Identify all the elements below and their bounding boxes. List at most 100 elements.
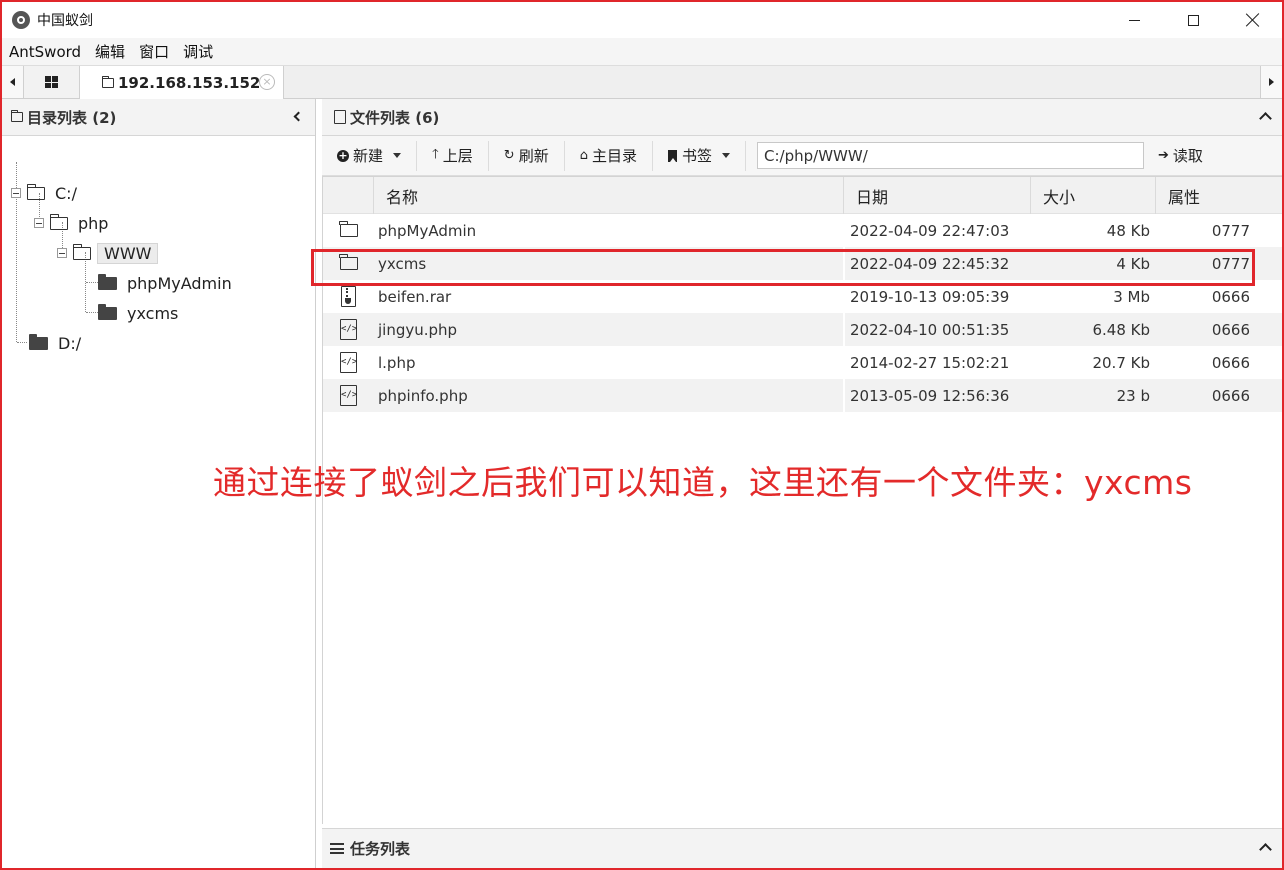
code-file-icon: </> [323,346,374,379]
menu-bar: AntSword 编辑 窗口 调试 [2,38,1282,66]
file-name: l.php [374,346,844,379]
table-row[interactable]: </> jingyu.php 2022-04-10 00:51:35 6.48 … [323,313,1282,346]
file-date: 2022-04-10 00:51:35 [844,313,1031,346]
minimize-button[interactable] [1105,2,1164,38]
tree-connector [17,342,27,343]
file-attr: 0777 [1211,221,1250,240]
minimize-icon [1129,19,1140,21]
chevron-up-icon[interactable] [1259,112,1272,125]
file-size: 23 b [1116,386,1150,405]
tree-node-yxcms[interactable]: yxcms [98,302,178,324]
new-button[interactable]: + 新建 [322,140,418,171]
plus-circle-icon: + [337,148,349,162]
folder-icon [101,75,114,88]
up-level-button[interactable]: 🡑 上层 [417,140,489,171]
tree-node-label: C:/ [55,183,77,203]
collapse-panel-button[interactable] [291,110,305,124]
table-row[interactable]: </> phpinfo.php 2013-05-09 12:56:36 23 b… [323,379,1282,412]
bookmark-label: 书签 [682,147,713,165]
home-dir-button[interactable]: ⌂ 主目录 [565,140,653,171]
tree-node-phpmyadmin[interactable]: phpMyAdmin [98,272,232,294]
list-icon [330,843,344,854]
tab-scroll-left-button[interactable] [2,66,24,98]
tree-node-www[interactable]: WWW [57,242,159,264]
triangle-right-icon [1269,78,1274,86]
collapse-toggle-icon[interactable] [11,188,21,198]
caret-down-icon [722,153,731,158]
file-panel-title: 文件列表 (6) [350,108,440,127]
column-header-attr[interactable]: 属性 [1156,177,1282,214]
tab-connection[interactable]: 192.168.153.152 × [80,66,284,99]
code-file-icon: </> [323,379,374,412]
close-button[interactable] [1223,2,1282,38]
task-panel-header: 任务列表 [322,828,1282,868]
folder-icon [10,110,23,122]
grid-icon [45,76,58,88]
tree-node-d-drive[interactable]: D:/ [29,332,81,354]
title-bar: 中国蚁剑 [2,2,1282,38]
column-header-name[interactable]: 名称 [374,177,844,214]
file-date: 2022-04-09 22:47:03 [844,214,1031,247]
home-dir-label: 主目录 [591,147,637,165]
highlight-annotation-box [311,249,1255,286]
folder-filled-icon [98,273,117,290]
tree-connector [86,312,98,313]
refresh-label: 刷新 [518,147,549,165]
bookmark-button[interactable]: 书签 [653,140,747,171]
folder-icon [323,214,374,247]
file-attr: 0666 [1211,386,1250,405]
file-size: 48 Kb [1106,221,1150,240]
folder-icon [72,243,91,260]
file-attr: 0666 [1211,320,1250,339]
menu-window[interactable]: 窗口 [132,41,176,62]
collapse-toggle-icon[interactable] [57,248,67,258]
menu-debug[interactable]: 调试 [176,41,220,62]
file-date: 2013-05-09 12:56:36 [844,379,1031,412]
tab-scroll-right-button[interactable] [1260,66,1282,98]
tree-node-php[interactable]: php [34,212,108,234]
table-row[interactable]: </> l.php 2014-02-27 15:02:21 20.7 Kb 06… [323,346,1282,379]
collapse-toggle-icon[interactable] [34,218,44,228]
arrow-right-icon: ➔ [1158,148,1169,163]
tree-node-c-drive[interactable]: C:/ [11,182,77,204]
read-button[interactable]: ➔ 读取 [1158,145,1203,166]
file-panel-header: 文件列表 (6) [322,99,1282,136]
file-size: 20.7 Kb [1092,353,1150,372]
file-attr: 0666 [1211,353,1250,372]
file-name: phpMyAdmin [374,214,844,247]
path-input[interactable] [757,142,1145,169]
tab-home[interactable] [24,66,80,98]
maximize-icon [1188,14,1199,26]
annotation-text: 通过连接了蚁剑之后我们可以知道，这里还有一个文件夹：yxcms [213,463,1193,502]
refresh-icon: ↻ [503,148,515,163]
triangle-left-icon [10,78,15,86]
maximize-button[interactable] [1164,2,1223,38]
tab-close-icon[interactable]: × [259,74,275,90]
file-grid-header: 名称 日期 大小 属性 [323,177,1282,214]
task-panel-title: 任务列表 [350,840,411,858]
arrow-up-icon: 🡑 [432,146,439,162]
bookmark-icon [668,149,677,162]
close-icon [1246,13,1260,27]
directory-panel-title: 目录列表 (2) [27,108,117,127]
tree-node-label: php [78,213,109,233]
menu-antsword[interactable]: AntSword [2,43,88,61]
code-file-icon: </> [323,313,374,346]
file-icon [334,110,346,124]
antsword-logo-icon [12,11,30,29]
column-header-date[interactable]: 日期 [844,177,1031,214]
file-date: 2014-02-27 15:02:21 [844,346,1031,379]
refresh-button[interactable]: ↻ 刷新 [489,140,565,171]
table-row[interactable]: phpMyAdmin 2022-04-09 22:47:03 48 Kb 077… [323,214,1282,247]
folder-icon [49,213,68,230]
tree-node-label: phpMyAdmin [127,273,232,293]
column-header-size[interactable]: 大小 [1031,177,1156,214]
directory-panel-header: 目录列表 (2) [2,99,315,136]
menu-edit[interactable]: 编辑 [88,41,132,62]
column-header-icon [323,177,374,214]
up-level-label: 上层 [442,147,473,165]
chevron-up-icon[interactable] [1259,843,1272,856]
read-label: 读取 [1172,147,1203,165]
window-controls [1105,2,1282,38]
tab-bar: 192.168.153.152 × [2,66,1282,99]
